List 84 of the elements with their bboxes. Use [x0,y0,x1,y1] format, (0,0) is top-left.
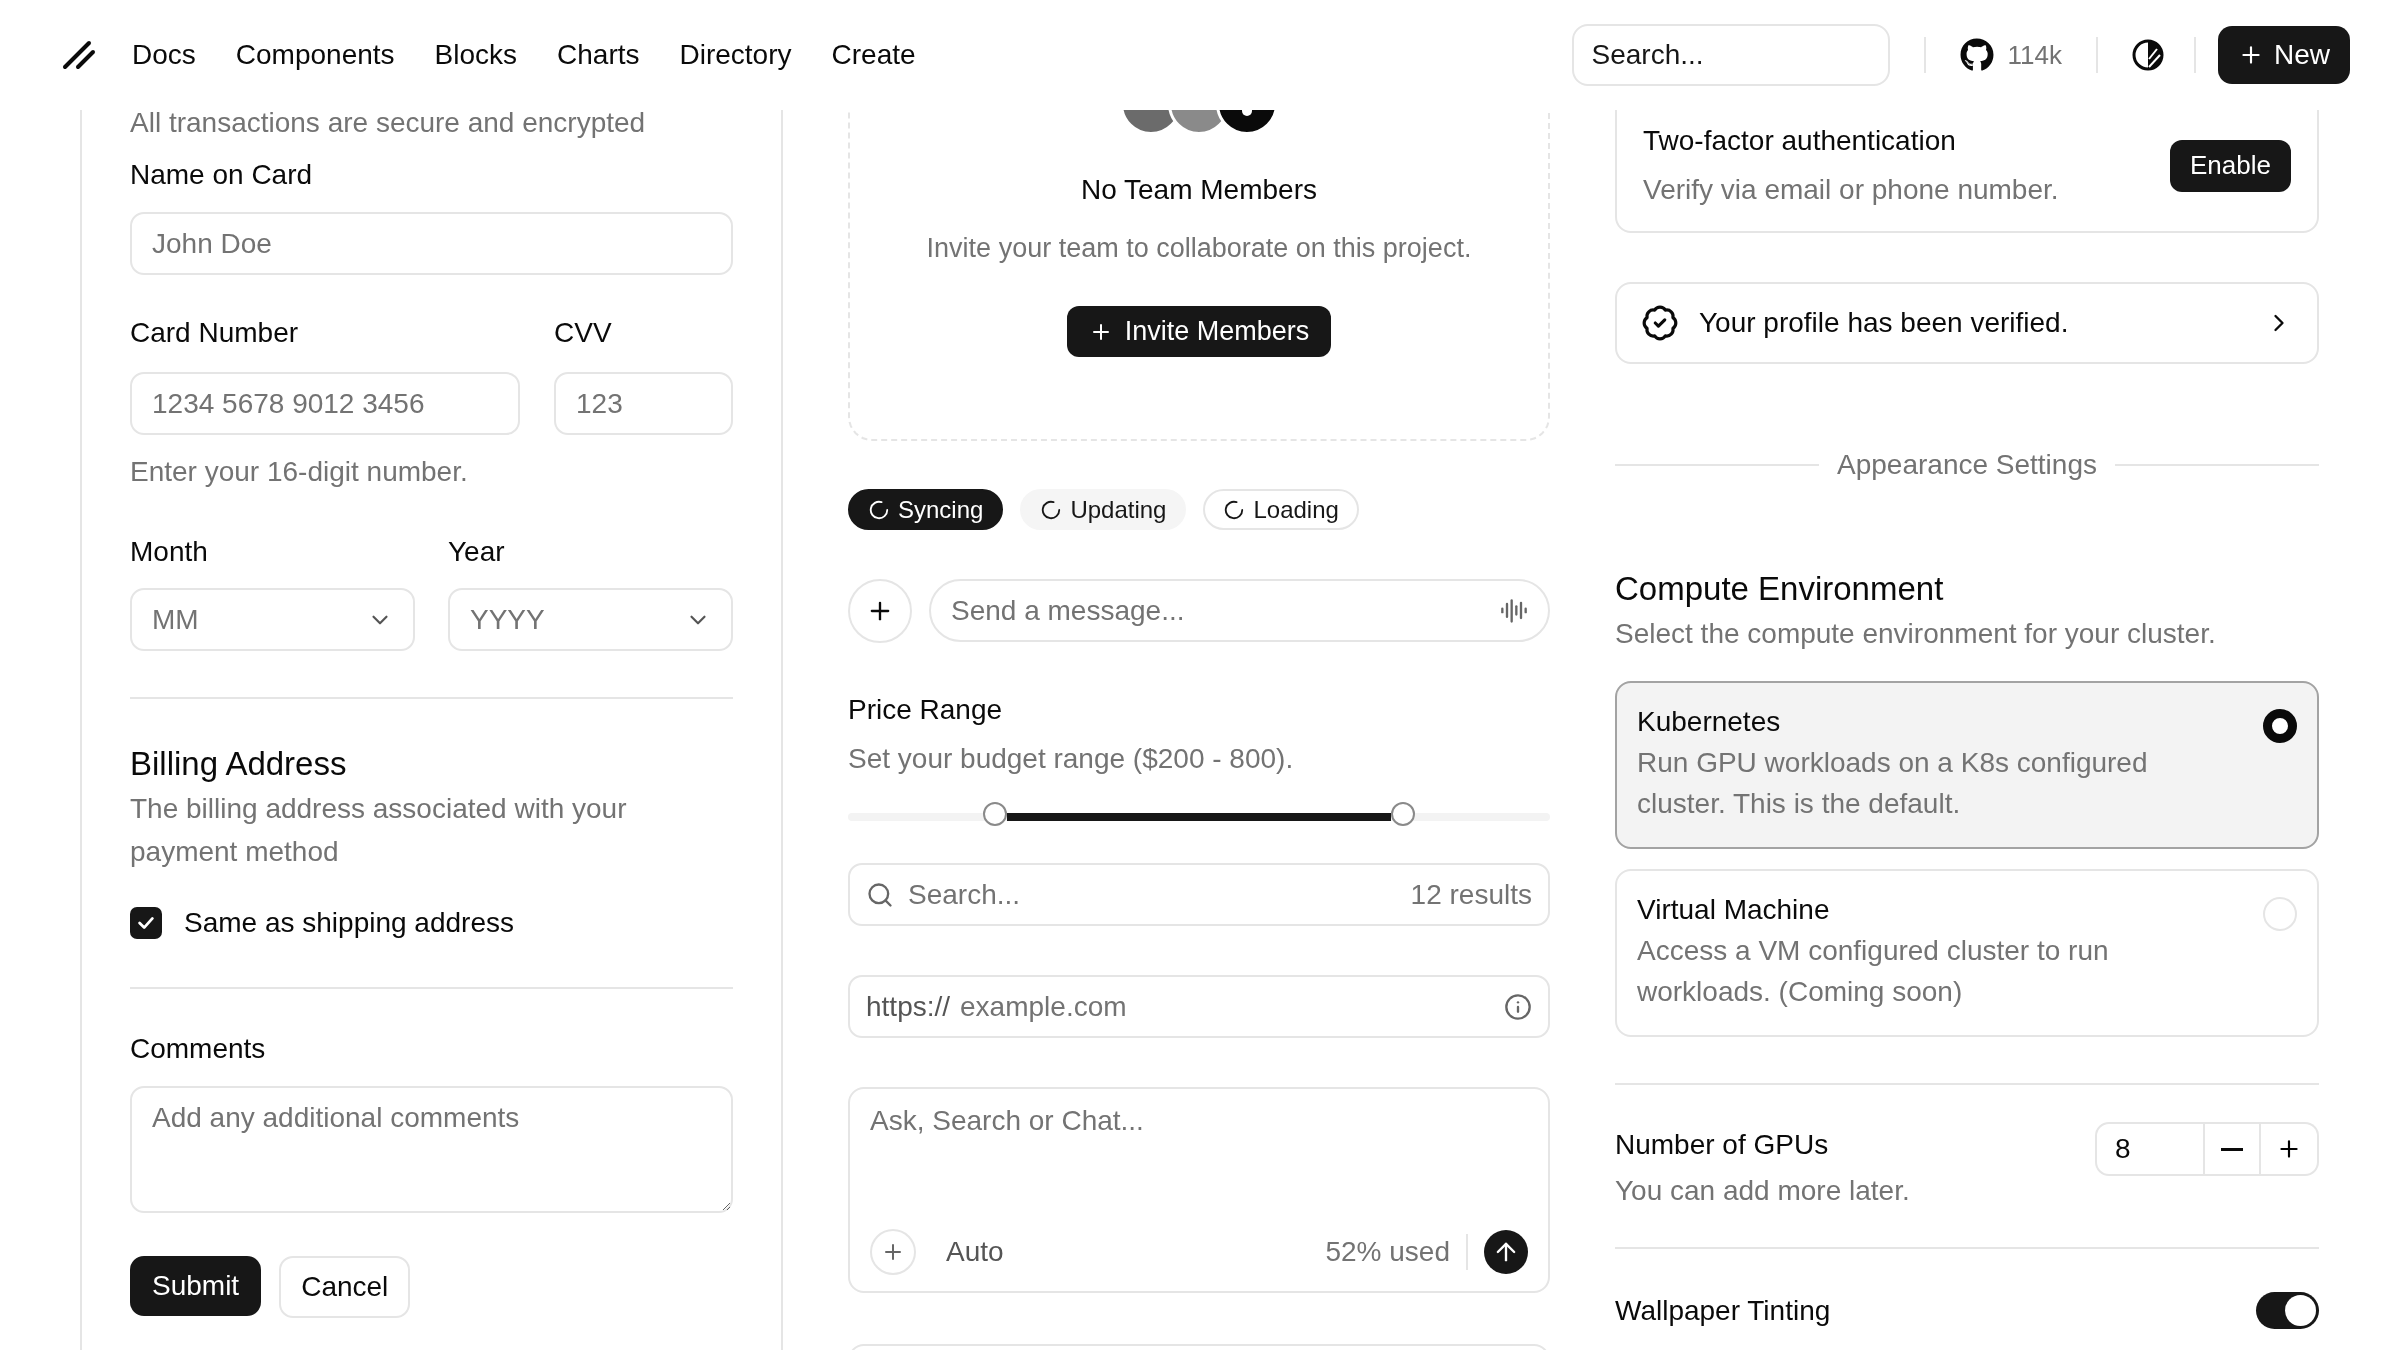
year-select[interactable]: YYYY [448,588,733,651]
toggle-switch[interactable] [2256,1292,2319,1329]
usage-text: 52% used [1325,1235,1450,1269]
chat-input[interactable]: Ask, Search or Chat... [870,1103,1528,1229]
switch-label: Wallpaper Tinting [1615,1293,1831,1328]
slider-description: Set your budget range ($200 - 800). [848,742,1295,776]
github-link[interactable]: 114k [1959,35,2062,75]
slider-thumb[interactable] [983,802,1008,826]
section-heading: Compute Environment [1615,569,1945,609]
nav-link[interactable]: Components [235,34,395,76]
voice-icon[interactable] [1500,596,1528,625]
status-badge: Updating [1020,489,1187,530]
section-description: Select the compute environment for your cluster. [1615,617,2217,651]
slider-thumb[interactable] [1390,802,1415,826]
enable-button[interactable]: Enable [2170,139,2291,192]
helper-text: Enter your 16-digit number. [130,455,469,489]
message-field[interactable]: Send a message... [929,579,1550,642]
spinner-icon [1223,498,1246,521]
logo-icon[interactable] [62,40,96,70]
comments-textarea[interactable]: Add any additional comments [130,1086,733,1213]
option-description: Access a VM configured cluster to run workloads. (Coming soon) [1637,934,2110,1009]
mode-selector[interactable]: Auto [946,1231,1004,1273]
slider-label: Price Range [848,693,1004,727]
nav-link[interactable]: Charts [557,34,640,76]
status-badge: Loading [1203,489,1359,530]
send-button[interactable] [1484,1230,1528,1274]
nav-link[interactable]: Blocks [434,34,518,76]
empty-state-description: Invite your team to collaborate on this project. [926,232,1472,265]
field-label: Year [448,535,506,569]
setting-description: Verify via email or phone number. [1643,173,2059,207]
card-number-input[interactable]: 1234 5678 9012 3456 [130,372,520,435]
empty-state-title: No Team Members [1081,173,1317,207]
security-note: All transactions are secure and encrypted [130,110,647,140]
option-description: Run GPU workloads on a K8s configured cluster. This is the default. [1637,746,2149,821]
nav-link[interactable]: Directory [679,34,792,76]
month-select[interactable]: MM [130,588,415,651]
helper-text: You can add more later. [1615,1174,1910,1208]
name-input[interactable]: John Doe [130,212,733,275]
option-title: Virtual Machine [1637,893,1831,927]
field-label: Name on Card [130,158,314,192]
message-input[interactable]: Send a message... [951,589,1500,632]
minus-icon [2221,1147,2243,1151]
field-label: Card Number [130,316,300,350]
cancel-button[interactable]: Cancel [279,1256,411,1318]
decrement-button[interactable] [2205,1122,2261,1176]
search-input[interactable]: Search... [908,873,1397,916]
field-label: CVV [554,316,613,350]
search-field[interactable]: Search... [1571,24,1890,86]
checkbox[interactable] [130,907,162,939]
info-icon[interactable] [1504,992,1532,1021]
results-count: 12 results [1410,877,1532,912]
section-heading: Billing Address [130,744,348,784]
invite-members-button[interactable]: Invite Members [1066,306,1332,357]
radio-card[interactable]: Kubernetes Run GPU workloads on a K8s configured cluster. This is the default. [1615,681,2319,849]
url-prefix: https:// [866,989,951,1024]
radio-button[interactable] [2263,709,2297,743]
field-label: Month [130,535,209,569]
chat-composer[interactable]: Ask, Search or Chat... Auto 52% used [848,1087,1550,1293]
number-input[interactable]: 8 [2095,1122,2205,1176]
cvv-input[interactable]: 123 [554,372,733,435]
divider-label: Appearance Settings [1837,448,2097,482]
github-icon [1959,38,1994,72]
url-input[interactable]: example.com [960,985,1494,1028]
search-icon [866,880,894,909]
section-description: The billing address associated with your payment method [130,792,628,869]
add-button[interactable] [870,1229,916,1275]
nav-link[interactable]: Docs [132,34,196,76]
checkbox-label: Same as shipping address [184,906,514,940]
verified-badge-icon [1641,304,1679,342]
status-badge: Syncing [848,489,1004,530]
spinner-icon [1040,498,1063,521]
verified-item[interactable]: Your profile has been verified. [1615,282,2319,364]
setting-title: Two-factor authentication [1643,124,1957,158]
search-field[interactable]: Search... 12 results [848,863,1550,926]
theme-toggle-icon[interactable] [2132,39,2164,71]
field-label: Number of GPUs [1615,1128,1830,1162]
spinner-icon [868,498,890,521]
radio-card[interactable]: Virtual Machine Access a VM configured cluster to run workloads. (Coming soon) [1615,869,2319,1037]
nav-link[interactable]: Create [831,34,916,76]
url-field[interactable]: https:// example.com [848,975,1550,1038]
submit-button[interactable]: Submit [130,1256,262,1316]
option-title: Kubernetes [1637,705,1782,739]
field-label: Comments [130,1032,267,1066]
new-button[interactable]: New [2218,26,2350,84]
